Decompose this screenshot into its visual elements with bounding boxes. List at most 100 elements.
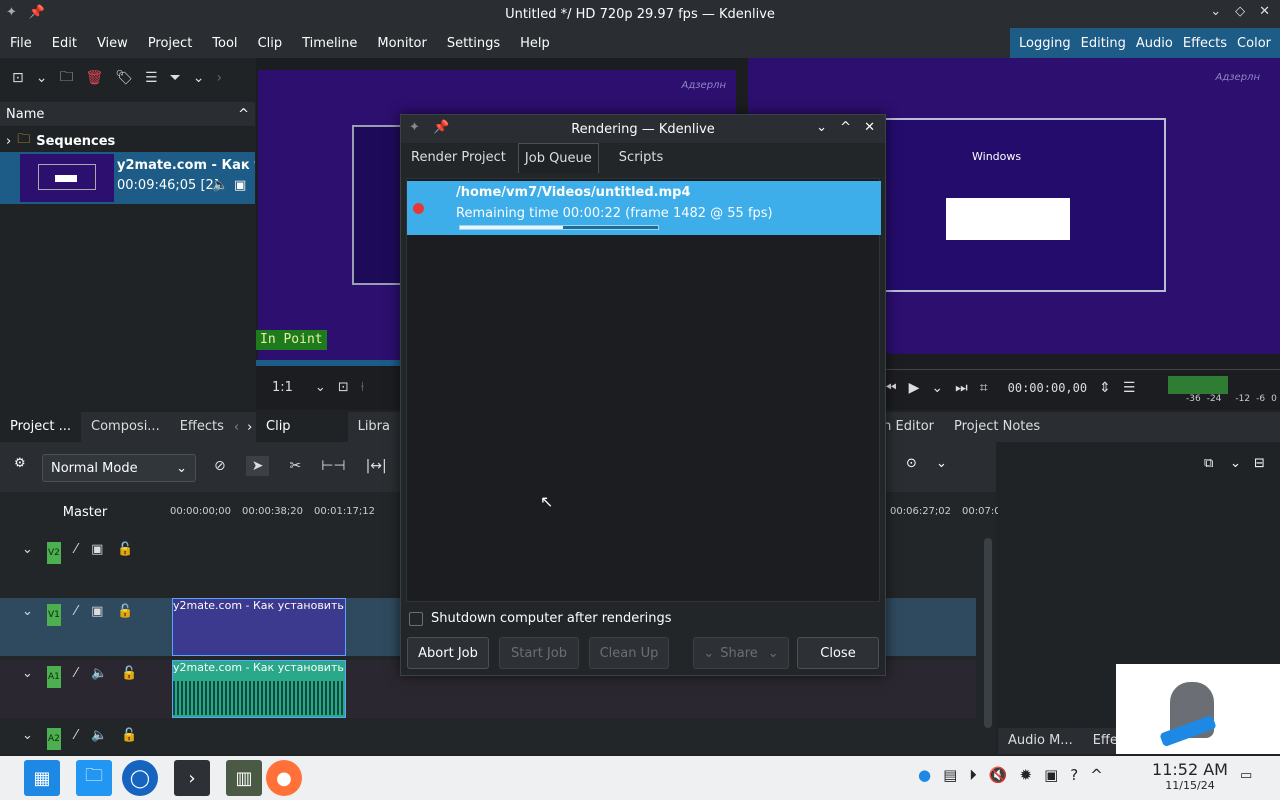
browser-icon[interactable]: ◯ xyxy=(122,760,158,796)
close-icon[interactable]: ✕ xyxy=(864,120,875,135)
tab-project-bin[interactable]: Project ... xyxy=(0,412,82,442)
spacer-tool-icon[interactable]: ⊢⊣ xyxy=(321,458,345,474)
effects-icon[interactable]: ⁄ xyxy=(75,604,77,619)
tab-effects[interactable]: Effects xyxy=(170,412,234,442)
collapse-icon[interactable]: ⌄ xyxy=(22,542,33,557)
menu-file[interactable]: File xyxy=(0,36,42,51)
maximize-icon[interactable]: ^ xyxy=(840,120,851,135)
film-icon[interactable]: ▣ xyxy=(91,604,103,619)
firefox-icon[interactable]: ● xyxy=(266,760,302,796)
collapse-icon[interactable]: ⌄ xyxy=(22,728,33,743)
layout-logging[interactable]: Logging xyxy=(1014,36,1076,51)
terminal-icon[interactable]: › xyxy=(174,760,210,796)
add-clip-icon[interactable]: ⊡ xyxy=(12,70,24,86)
spin-icon[interactable]: ⇕ xyxy=(1099,380,1111,396)
chevron-right-icon[interactable]: › xyxy=(247,420,252,435)
chevron-up-icon[interactable]: ^ xyxy=(1090,766,1103,784)
folder-sequences[interactable]: › 🗀 Sequences xyxy=(6,130,115,152)
pin-icon[interactable]: 📌 xyxy=(29,5,45,20)
job-item[interactable]: /home/vm7/Videos/untitled.mp4 Remaining … xyxy=(407,181,881,235)
speaker-icon[interactable]: 🔈 xyxy=(91,666,107,681)
tab-project-notes[interactable]: Project Notes xyxy=(944,412,1050,442)
bin-clip-item[interactable]: y2mate.com - Как уст 00:09:46;05 [2] 🔈 ▣ xyxy=(0,152,255,204)
shutdown-option[interactable]: Shutdown computer after renderings xyxy=(409,611,672,626)
clip-ruler[interactable] xyxy=(256,360,406,366)
zoom-value[interactable]: 1:1 xyxy=(272,380,293,395)
effects-icon[interactable]: ⁄ xyxy=(75,666,77,681)
lock-icon[interactable]: 🔓 xyxy=(117,604,133,619)
start-job-button[interactable]: Start Job xyxy=(499,637,579,669)
film-icon[interactable]: ▣ xyxy=(91,542,103,557)
select-tool-icon[interactable]: ➤ xyxy=(245,456,270,476)
chevron-right-icon[interactable]: › xyxy=(217,70,223,86)
chevron-down-icon[interactable]: ⌄ xyxy=(36,70,48,86)
timeline-scrollbar[interactable] xyxy=(984,538,992,728)
master-label[interactable]: Master xyxy=(0,492,170,532)
tab-library[interactable]: Libra xyxy=(348,412,400,442)
chevron-down-icon[interactable]: ⌄ xyxy=(1230,456,1241,471)
chevron-down-icon[interactable]: ⌄ xyxy=(315,380,326,395)
layout-audio[interactable]: Audio xyxy=(1131,36,1178,51)
collapse-icon[interactable]: ⌄ xyxy=(22,666,33,681)
track-v2[interactable]: ⌄ V2 ⁄ ▣ 🔓 xyxy=(0,536,170,594)
marker-icon[interactable]: ⍿ xyxy=(361,380,364,395)
tab-job-queue[interactable]: Job Queue xyxy=(517,143,599,173)
tab-clip-monitor[interactable]: Clip Monitor xyxy=(256,412,348,464)
menu-settings[interactable]: Settings xyxy=(437,36,510,51)
track-a2[interactable]: ⌄ A2 ⁄ 🔈 🔓 xyxy=(0,722,170,754)
pin-icon[interactable]: 📌 xyxy=(433,120,449,135)
track-v1[interactable]: ⌄ V1 ⁄ ▣ 🔓 xyxy=(0,598,170,656)
window-icon[interactable]: ⊟ xyxy=(1254,456,1265,471)
lock-icon[interactable]: 🔓 xyxy=(121,728,137,743)
share-button[interactable]: ⌄ Share ⌄ xyxy=(693,637,789,669)
crop-icon[interactable]: ⌗ xyxy=(980,380,988,396)
close-icon[interactable]: ✕ xyxy=(1259,4,1270,19)
menu-clip[interactable]: Clip xyxy=(248,36,293,51)
menu-icon[interactable]: ☰ xyxy=(145,70,158,86)
bin-header[interactable]: Name ^ xyxy=(0,102,255,126)
menu-view[interactable]: View xyxy=(87,36,138,51)
clip-v1[interactable]: y2mate.com - Как установить Wi xyxy=(172,598,346,656)
layout-effects[interactable]: Effects xyxy=(1178,36,1232,51)
ripple-tool-icon[interactable]: |↔| xyxy=(366,458,387,474)
track-a1[interactable]: ⌄ A1 ⁄ 🔈 🔓 xyxy=(0,660,170,718)
layout-color[interactable]: Color xyxy=(1232,36,1276,51)
settings-icon[interactable]: ⚙ xyxy=(14,456,26,471)
abort-job-button[interactable]: Abort Job xyxy=(407,637,489,669)
menu-project[interactable]: Project xyxy=(138,36,202,51)
clip-a1[interactable]: y2mate.com - Как установить Wi xyxy=(172,660,346,718)
menu-tool[interactable]: Tool xyxy=(202,36,247,51)
edit-mode-select[interactable]: Normal Mode ⌄ xyxy=(42,454,196,482)
chevron-left-icon[interactable]: ‹ xyxy=(234,420,239,435)
chevron-down-icon[interactable]: ⌄ xyxy=(936,456,947,471)
razor-tool-icon[interactable]: ✂ xyxy=(289,458,301,474)
minimize-icon[interactable]: ⌄ xyxy=(1210,4,1221,19)
layout-editing[interactable]: Editing xyxy=(1076,36,1131,51)
effects-icon[interactable]: ⁄ xyxy=(75,728,77,743)
file-manager-icon[interactable]: 🗀 xyxy=(76,760,112,796)
dialog-titlebar[interactable]: ✦ 📌 Rendering — Kdenlive ⌄ ^ ✕ xyxy=(401,115,885,143)
add-folder-icon[interactable]: 🗀 xyxy=(59,66,73,90)
menu-timeline[interactable]: Timeline xyxy=(292,36,367,51)
clipboard-icon[interactable]: ▤ xyxy=(943,766,957,784)
compare-icon[interactable]: ⧉ xyxy=(1204,456,1213,471)
menu-monitor[interactable]: Monitor xyxy=(367,36,436,51)
show-desktop-icon[interactable]: ▭ xyxy=(1240,768,1252,783)
shutdown-checkbox[interactable] xyxy=(409,611,423,626)
mute-icon[interactable]: 🔇 xyxy=(989,766,1008,784)
tab-audio-mixer[interactable]: Audio M... xyxy=(998,728,1083,754)
timecode[interactable]: 00:00:00,00 xyxy=(1008,381,1087,395)
expand-icon[interactable]: › xyxy=(6,134,11,149)
tag-icon[interactable]: 🏷 xyxy=(115,70,133,86)
brightness-icon[interactable]: ✹ xyxy=(1019,766,1032,784)
clock-icon[interactable]: ⊙ xyxy=(906,456,917,471)
menu-edit[interactable]: Edit xyxy=(42,36,87,51)
forward-icon[interactable]: ⏭ xyxy=(955,380,968,396)
updates-icon[interactable]: ● xyxy=(918,766,931,784)
tab-scripts[interactable]: Scripts xyxy=(613,143,669,173)
chevron-down-icon[interactable]: ⌄ xyxy=(193,70,205,86)
menu-icon[interactable]: ☰ xyxy=(1123,380,1136,396)
lock-icon[interactable]: 🔓 xyxy=(117,542,133,557)
start-menu-icon[interactable]: ▦ xyxy=(24,760,60,796)
media-icon[interactable]: ⏵ xyxy=(969,766,977,784)
